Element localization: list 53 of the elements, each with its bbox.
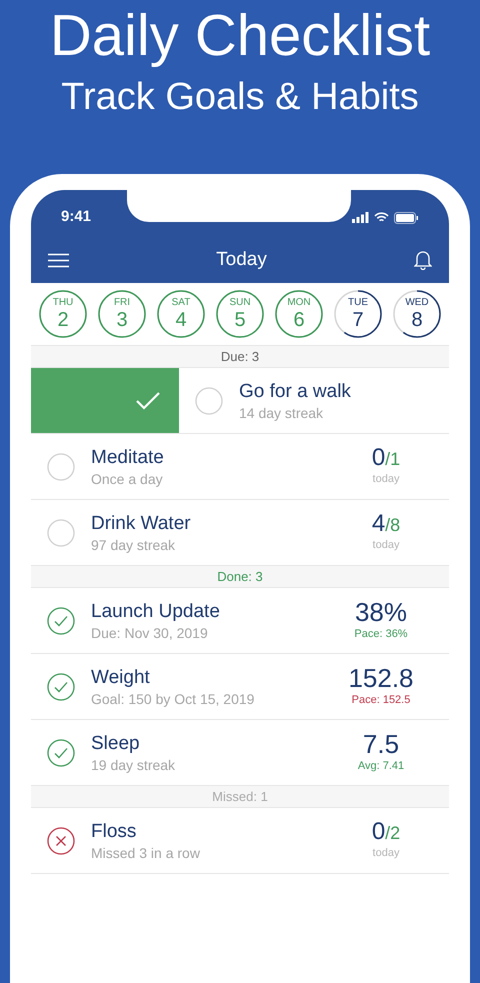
metric-value: 38% — [354, 598, 408, 626]
section-header: Due: 3 — [220, 348, 260, 366]
task-title: Go for a walk — [239, 380, 352, 404]
task-subtitle: Goal: 150 by Oct 15, 2019 — [91, 690, 256, 708]
count-note: today — [372, 538, 400, 554]
metric-note: Pace: 152.5 — [352, 693, 410, 708]
check-icon — [135, 390, 161, 410]
check-circle-icon[interactable] — [47, 672, 75, 700]
task-title: Meditate — [91, 446, 165, 470]
task-title: Drink Water — [91, 512, 192, 536]
count-note: today — [372, 846, 400, 862]
count-target: /8 — [385, 515, 400, 536]
day-button[interactable]: SUN 5 — [215, 289, 265, 339]
metric-note: Pace: 36% — [354, 627, 408, 642]
check-circle-icon[interactable] — [47, 738, 75, 766]
metric-value: 152.8 — [348, 664, 414, 692]
section-header: Done: 3 — [217, 568, 263, 586]
metric-note: Avg: 7.41 — [358, 759, 404, 774]
metric-value: 7.5 — [362, 730, 400, 758]
day-button[interactable]: SAT 4 — [156, 289, 206, 339]
task-subtitle: 97 day streak — [91, 536, 176, 554]
count-target: /1 — [385, 449, 400, 470]
count-target: /2 — [385, 823, 400, 844]
signal-icon — [352, 212, 369, 223]
task-subtitle: Once a day — [91, 470, 164, 488]
day-button[interactable]: TUE 7 — [333, 289, 383, 339]
headline: Daily Checklist — [50, 2, 430, 70]
battery-icon — [394, 212, 419, 224]
status-time: 9:41 — [61, 207, 92, 228]
check-circle-icon[interactable] — [47, 606, 75, 634]
task-subtitle: Missed 3 in a row — [91, 844, 201, 862]
day-button[interactable]: THU 2 — [38, 289, 88, 339]
count-note: today — [372, 472, 400, 488]
day-button[interactable]: FRI 3 — [97, 289, 147, 339]
x-circle-icon[interactable] — [47, 826, 75, 854]
count-value: 0 — [372, 445, 386, 472]
menu-icon[interactable] — [48, 252, 69, 268]
task-subtitle: 14 day streak — [239, 404, 324, 422]
day-button[interactable]: WED 8 — [392, 289, 442, 339]
count-value: 4 — [372, 511, 386, 538]
task-title: Launch Update — [91, 600, 221, 624]
wifi-icon — [374, 212, 389, 223]
task-subtitle: Due: Nov 30, 2019 — [91, 624, 209, 642]
task-title: Sleep — [91, 732, 141, 756]
task-title: Weight — [91, 666, 151, 690]
day-button[interactable]: MON 6 — [274, 289, 324, 339]
section-header: Missed: 1 — [212, 788, 268, 806]
tagline: Track Goals & Habits — [61, 75, 419, 120]
task-title: Floss — [91, 820, 138, 844]
count-value: 0 — [372, 819, 386, 846]
bell-icon[interactable] — [414, 250, 432, 270]
task-subtitle: 19 day streak — [91, 756, 176, 774]
screen-title: Today — [216, 248, 267, 272]
